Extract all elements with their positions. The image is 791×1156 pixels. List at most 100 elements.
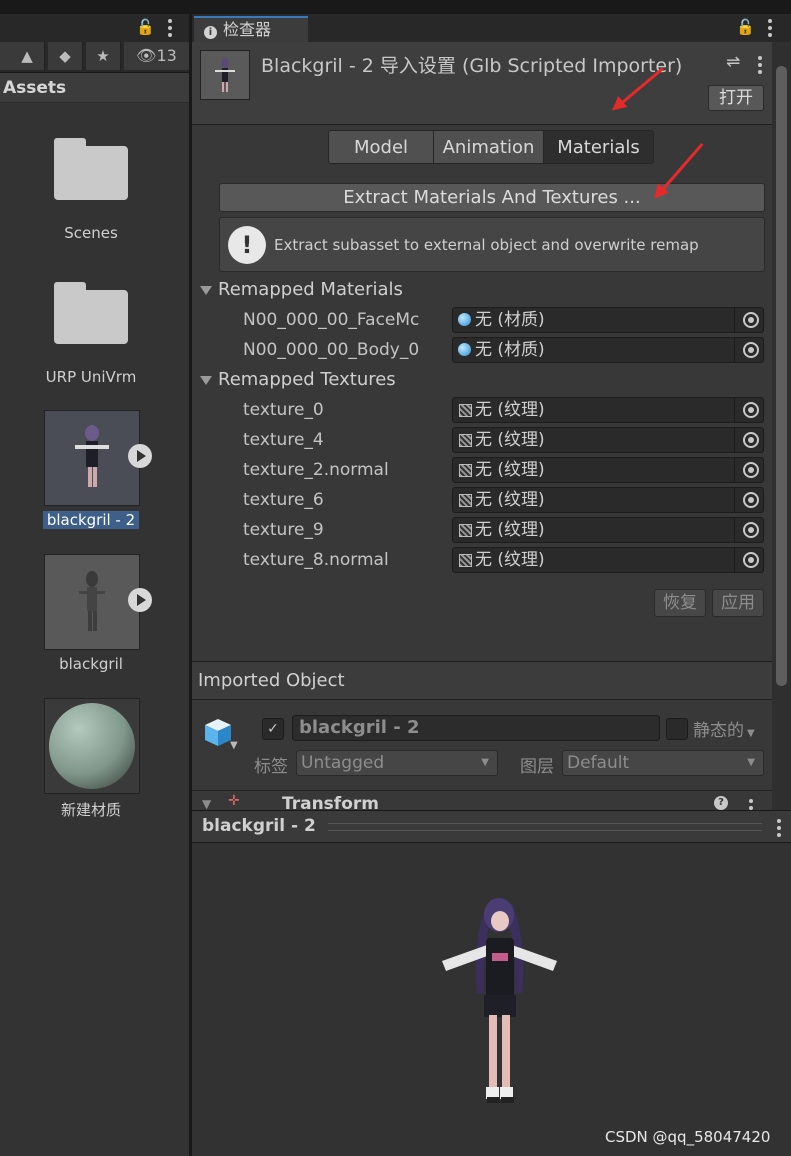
tab-model[interactable]: Model <box>328 130 434 164</box>
imported-object-body: ▼ ✓ blackgril - 2 静态的 ▼ 标签 Untagged ▼ 图层 … <box>192 700 772 811</box>
object-picker-icon[interactable] <box>743 522 759 538</box>
asset-label: URP UniVrm <box>45 368 137 386</box>
remapped-textures-foldout[interactable]: Remapped Textures <box>200 369 396 390</box>
asset-item-blackgril[interactable]: blackgril <box>0 554 189 679</box>
asset-item-urp-univrm[interactable]: URP UniVrm <box>0 280 189 390</box>
project-tabbar: 🔓 <box>0 14 189 42</box>
filter-by-type-icon[interactable]: ▲ <box>10 42 45 70</box>
hidden-packages-toggle[interactable]: 👁13 <box>124 42 190 70</box>
static-label: 静态的 <box>693 721 744 741</box>
asset-item-new-material[interactable]: 新建材质 <box>0 698 189 823</box>
lock-icon[interactable]: 🔓 <box>136 18 155 36</box>
active-checkbox[interactable]: ✓ <box>262 718 284 740</box>
project-menu-icon[interactable] <box>168 19 172 40</box>
model-thumbnail <box>44 410 140 506</box>
material-thumbnail <box>44 698 140 794</box>
object-name-field[interactable]: blackgril - 2 <box>292 715 660 741</box>
play-icon[interactable] <box>128 588 152 612</box>
object-picker-icon[interactable] <box>743 432 759 448</box>
object-picker-icon[interactable] <box>743 552 759 568</box>
texture-icon <box>459 494 472 507</box>
model-thumbnail <box>44 554 140 650</box>
inspector-menu-icon[interactable] <box>768 19 772 40</box>
foldout-arrow-icon: ▼ <box>202 797 212 811</box>
texture-slot-name: texture_8.normal <box>243 550 389 570</box>
revert-button[interactable]: 恢复 <box>654 589 706 617</box>
asset-item-blackgril-2[interactable]: blackgril - 2 <box>0 410 189 535</box>
top-strip <box>0 0 189 14</box>
apply-button[interactable]: 应用 <box>712 589 764 617</box>
favorites-count: 13 <box>156 46 177 65</box>
tab-inspector[interactable]: i 检查器 <box>194 16 308 42</box>
folder-icon <box>54 138 128 200</box>
material-object-field[interactable]: 无 (材质) <box>452 337 764 363</box>
foldout-label: Remapped Materials <box>218 279 403 300</box>
tag-label: 标签 <box>254 757 288 777</box>
tag-dropdown[interactable]: Untagged ▼ <box>296 750 498 776</box>
importer-title: Blackgril - 2 导入设置 (Glb Scripted Importe… <box>261 55 683 77</box>
preset-sliders-icon[interactable]: ⇌ <box>726 52 740 72</box>
layer-dropdown[interactable]: Default ▼ <box>562 750 764 776</box>
layer-label: 图层 <box>520 757 554 777</box>
favorite-star-icon[interactable]: ★ <box>86 42 121 70</box>
asset-label: blackgril <box>59 655 123 673</box>
drag-handle[interactable] <box>328 823 762 831</box>
texture-icon <box>459 404 472 417</box>
open-button[interactable]: 打开 <box>708 85 764 111</box>
top-strip <box>192 0 791 14</box>
chevron-down-icon: ▼ <box>747 728 755 739</box>
watermark: CSDN @qq_58047420 <box>605 1128 771 1146</box>
remapped-materials-foldout[interactable]: Remapped Materials <box>200 279 403 300</box>
object-picker-icon[interactable] <box>743 402 759 418</box>
material-object-field[interactable]: 无 (材质) <box>452 307 764 333</box>
info-text: Extract subasset to external object and … <box>274 236 699 254</box>
scrollbar-thumb[interactable] <box>776 66 787 686</box>
field-value: 无 (材质) <box>475 340 545 360</box>
help-icon[interactable]: ? <box>714 796 728 810</box>
texture-object-field[interactable]: 无 (纹理) <box>452 397 764 423</box>
material-icon <box>458 313 471 326</box>
field-value: 无 (纹理) <box>475 400 545 420</box>
texture-icon <box>459 464 472 477</box>
material-slot-name: N00_000_00_FaceMc <box>243 310 420 330</box>
asset-label: 新建材质 <box>60 801 121 819</box>
texture-slot-name: texture_0 <box>243 400 324 420</box>
texture-object-field[interactable]: 无 (纹理) <box>452 487 764 513</box>
field-value: 无 (材质) <box>475 310 545 330</box>
preview-menu-icon[interactable] <box>777 819 781 840</box>
info-helpbox: ! Extract subasset to external object an… <box>219 217 765 272</box>
model-preview-viewport[interactable]: CSDN @qq_58047420 <box>192 843 791 1156</box>
chevron-down-icon[interactable]: ▼ <box>230 740 238 751</box>
object-picker-icon[interactable] <box>743 462 759 478</box>
asset-item-scenes[interactable]: Scenes <box>0 136 189 246</box>
object-picker-icon[interactable] <box>743 312 759 328</box>
play-icon[interactable] <box>128 444 152 468</box>
foldout-label: Remapped Textures <box>218 369 396 390</box>
foldout-arrow-icon <box>200 375 212 385</box>
static-dropdown[interactable]: 静态的 ▼ <box>693 716 755 741</box>
tab-materials[interactable]: Materials <box>543 130 654 164</box>
texture-slot-name: texture_4 <box>243 430 324 450</box>
header-menu-icon[interactable] <box>758 56 762 77</box>
texture-object-field[interactable]: 无 (纹理) <box>452 457 764 483</box>
texture-slot-name: texture_6 <box>243 490 324 510</box>
chevron-down-icon: ▼ <box>481 757 489 768</box>
transform-component-header[interactable]: ▼ ✛ Transform ? <box>192 790 772 811</box>
field-value: 无 (纹理) <box>475 460 545 480</box>
lock-icon[interactable]: 🔓 <box>736 18 755 36</box>
texture-object-field[interactable]: 无 (纹理) <box>452 427 764 453</box>
extract-materials-button[interactable]: Extract Materials And Textures ... <box>219 183 765 212</box>
object-picker-icon[interactable] <box>743 492 759 508</box>
filter-by-label-icon[interactable]: ◆ <box>48 42 83 70</box>
object-picker-icon[interactable] <box>743 342 759 358</box>
tab-animation[interactable]: Animation <box>433 130 544 164</box>
texture-icon <box>459 524 472 537</box>
eye-slash-icon: 👁 <box>136 46 157 65</box>
transform-axes-icon: ✛ <box>228 793 240 809</box>
static-checkbox[interactable] <box>666 718 688 740</box>
texture-slot-name: texture_2.normal <box>243 460 389 480</box>
texture-object-field[interactable]: 无 (纹理) <box>452 517 764 543</box>
preview-header[interactable]: blackgril - 2 <box>192 810 791 843</box>
tag-value: Untagged <box>301 753 385 773</box>
texture-object-field[interactable]: 无 (纹理) <box>452 547 764 573</box>
